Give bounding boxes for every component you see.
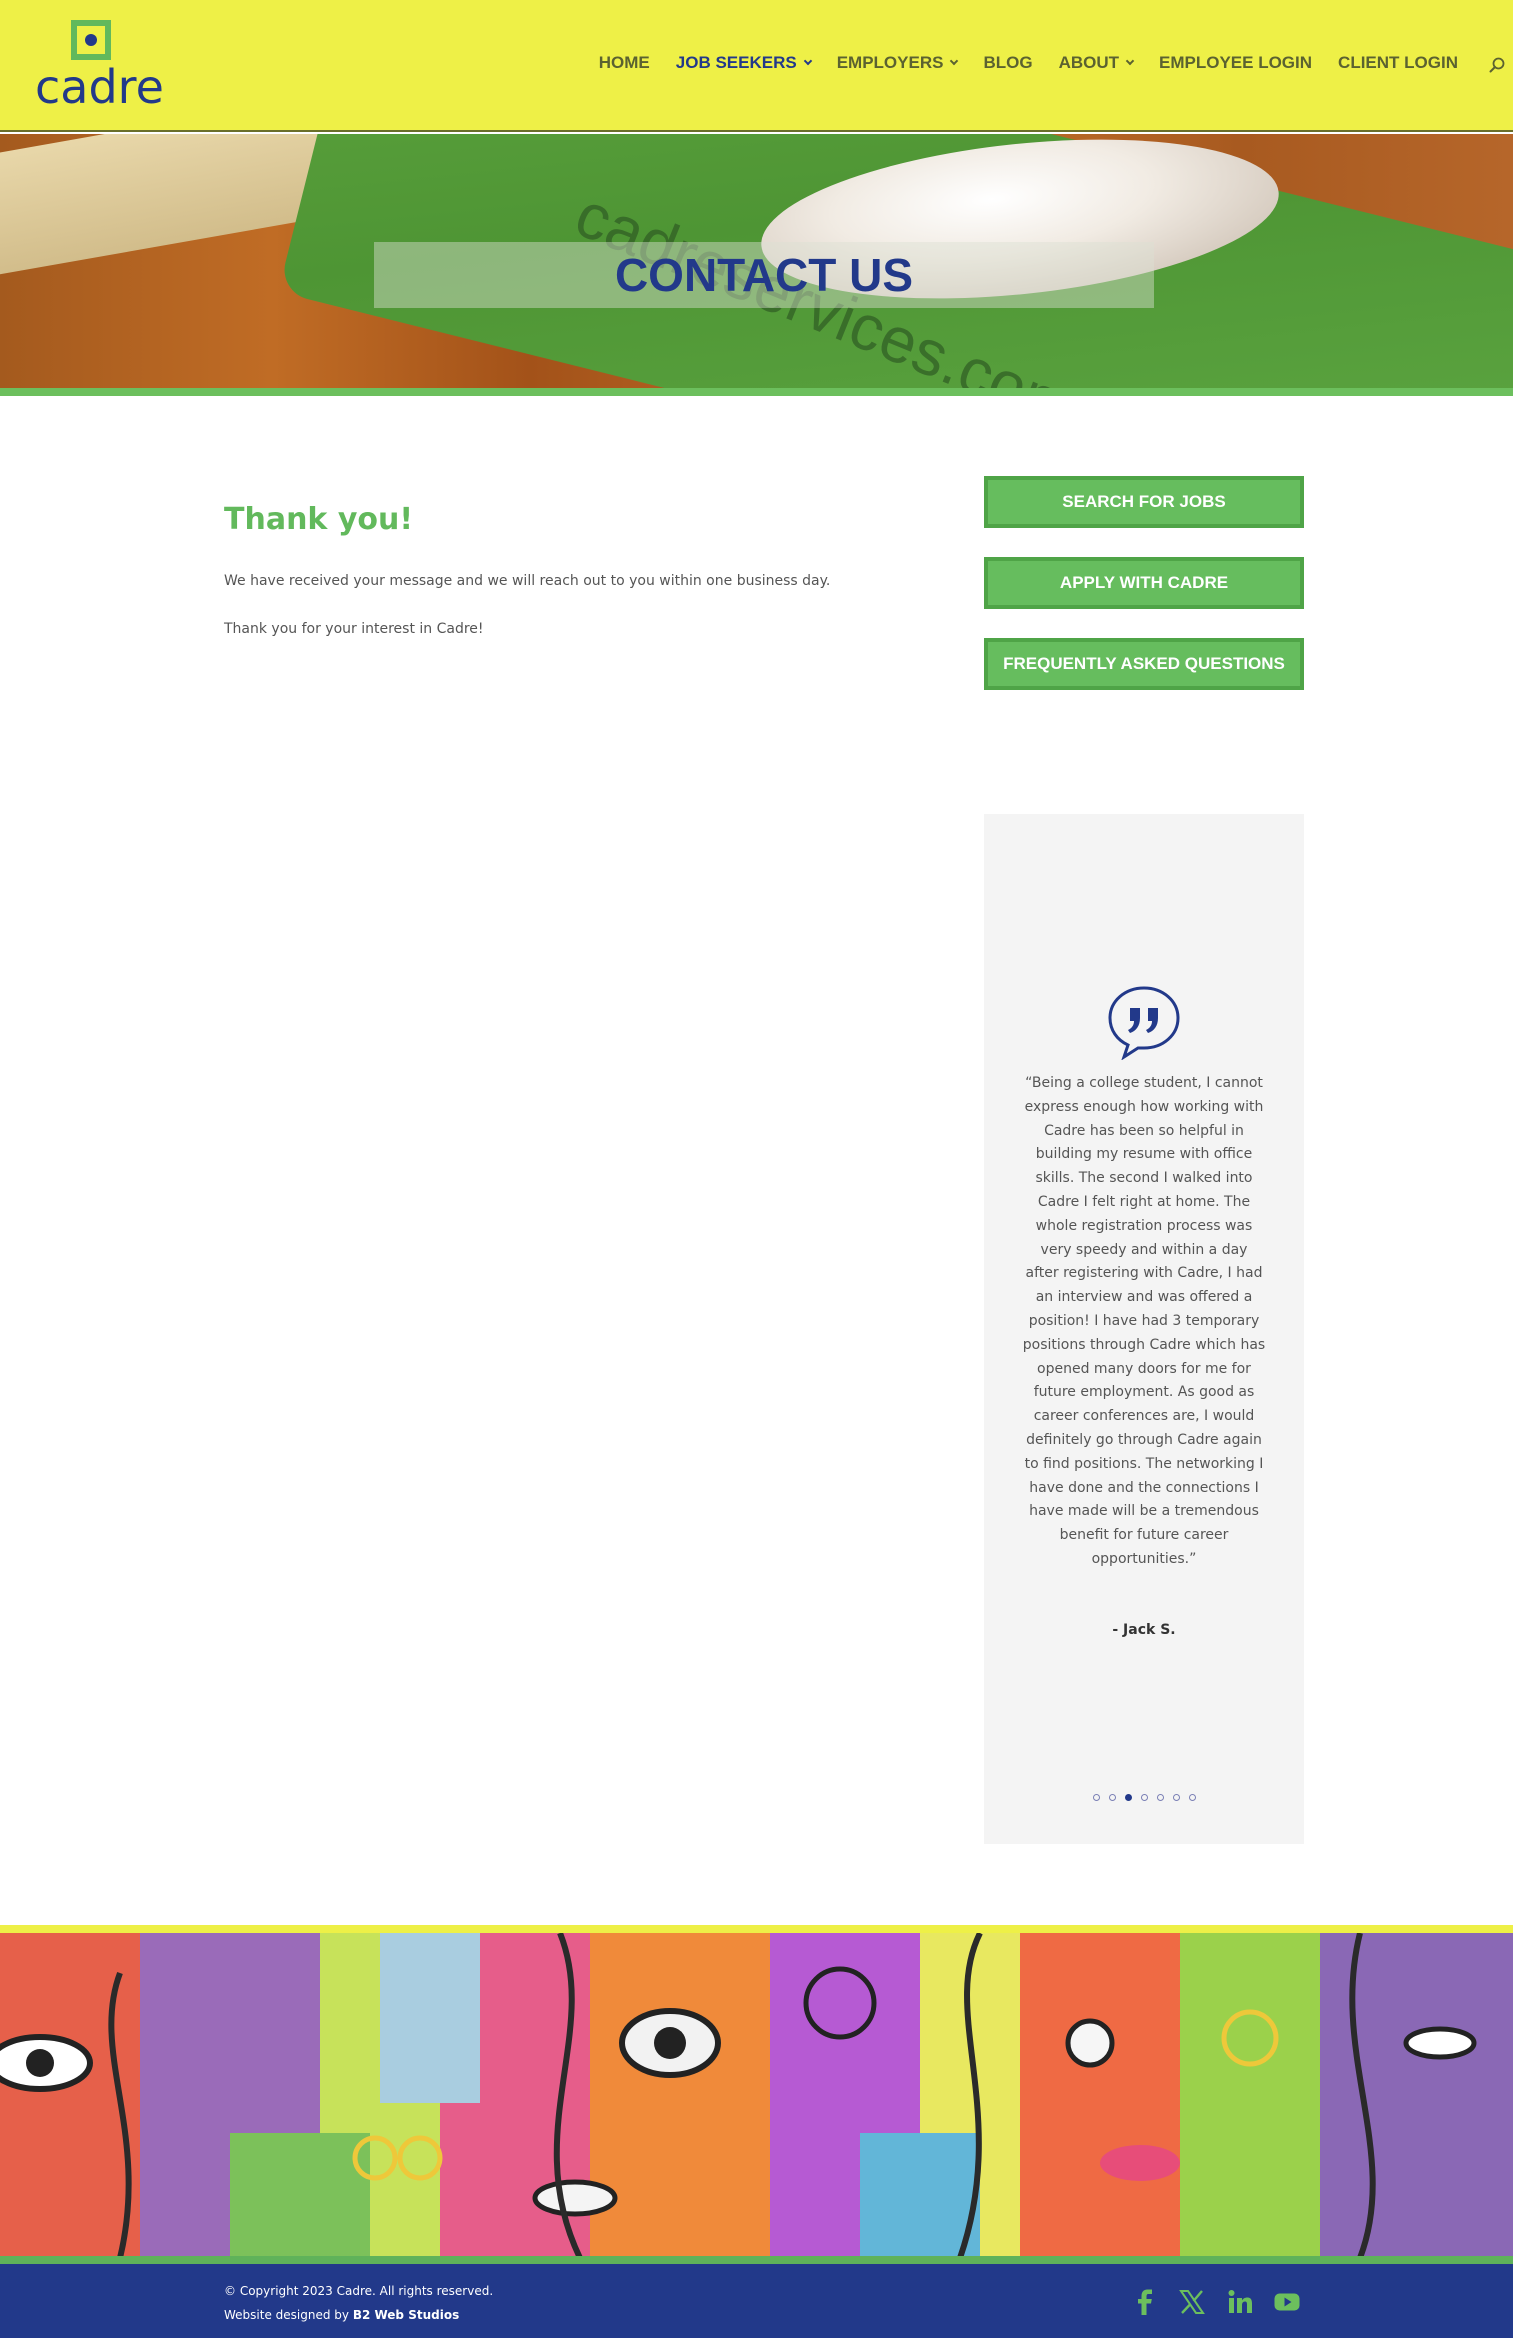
linkedin-icon[interactable] [1226,2288,1254,2316]
faq-button[interactable]: FREQUENTLY ASKED QUESTIONS [984,638,1304,690]
slider-dot[interactable] [1092,1794,1100,1801]
nav-item-home[interactable]: HOME [599,53,650,73]
testimonial-quote: “Being a college student, I cannot expre… [1022,1075,1266,1567]
x-icon[interactable] [1178,2288,1206,2316]
main-nav: HOME JOB SEEKERS EMPLOYERS BLOG ABOUT EM… [573,53,1458,73]
nav-item-label: EMPLOYERS [836,53,944,72]
slider-dot[interactable] [1108,1794,1116,1801]
thank-you-heading: Thank you! [224,502,414,537]
footer-artwork-image [0,1933,1513,2258]
nav-item-label: ABOUT [1058,53,1120,72]
nav-item-employee-login[interactable]: EMPLOYEE LOGIN [1159,53,1312,73]
slider-dot[interactable] [1188,1794,1196,1801]
slider-dot[interactable] [1140,1794,1148,1801]
slider-dot[interactable] [1172,1794,1180,1801]
nav-item-label: CLIENT LOGIN [1338,53,1458,72]
confirmation-message: We have received your message and we wil… [224,573,831,589]
search-icon[interactable] [1489,57,1505,73]
nav-item-label: EMPLOYEE LOGIN [1159,53,1313,72]
nav-item-label: JOB SEEKERS [675,53,797,72]
site-footer: © Copyright 2023 Cadre. All rights reser… [0,2264,1513,2338]
search-for-jobs-button[interactable]: SEARCH FOR JOBS [984,476,1304,528]
page: cadre HOME JOB SEEKERS EMPLOYERS BLOG AB… [0,0,1513,2338]
chevron-down-icon [950,56,959,66]
designer-link[interactable]: B2 Web Studios [353,2308,459,2322]
apply-with-cadre-button[interactable]: APPLY WITH CADRE [984,557,1304,609]
art-bottom-divider [0,2256,1513,2264]
hero-banner: cadreservices.com CONTACT US [0,134,1513,388]
designer-credit-prefix: Website designed by [224,2308,353,2322]
art-top-divider [0,1925,1513,1933]
chevron-down-icon [803,56,812,66]
designer-credit: Website designed by B2 Web Studios [224,2308,459,2322]
nav-item-client-login[interactable]: CLIENT LOGIN [1338,53,1458,73]
nav-item-employers[interactable]: EMPLOYERS [836,53,959,73]
chevron-down-icon [1125,56,1135,66]
logo-mark-icon [71,20,111,60]
slider-dot[interactable] [1124,1794,1132,1801]
nav-item-about[interactable]: ABOUT [1058,53,1135,73]
nav-item-label: BLOG [983,53,1033,72]
testimonial-author: - Jack S. [1112,1622,1176,1638]
hero-divider [0,388,1513,396]
nav-item-label: HOME [598,53,650,72]
logo-text: cadre [35,60,164,114]
nav-item-job-seekers[interactable]: JOB SEEKERS [675,53,812,73]
youtube-icon[interactable] [1273,2288,1301,2316]
nav-item-blog[interactable]: BLOG [983,53,1032,73]
site-header: cadre HOME JOB SEEKERS EMPLOYERS BLOG AB… [0,0,1513,132]
interest-message: Thank you for your interest in Cadre! [224,621,484,637]
cadre-logo[interactable]: cadre [35,20,164,115]
testimonial-slider: “Being a college student, I cannot expre… [984,814,1304,1844]
quote-bubble-icon [1108,986,1180,1060]
page-title: CONTACT US [614,249,914,301]
slider-pagination [984,1794,1304,1801]
slider-dot[interactable] [1156,1794,1164,1801]
copyright-text: © Copyright 2023 Cadre. All rights reser… [224,2284,494,2298]
facebook-icon[interactable] [1132,2288,1160,2316]
